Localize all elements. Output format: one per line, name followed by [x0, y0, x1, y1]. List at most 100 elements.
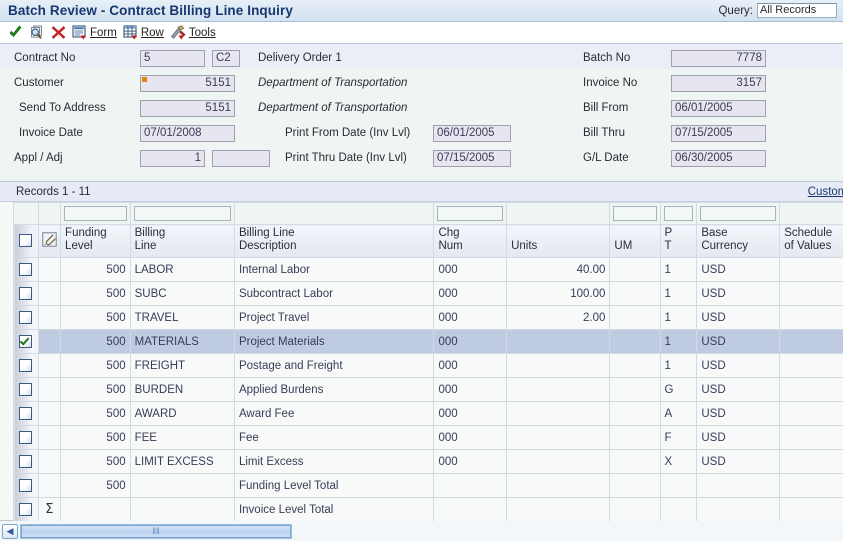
row-select-cell[interactable] [13, 425, 39, 450]
cell-schedule-of-values[interactable] [779, 257, 843, 282]
cell-chg-num[interactable]: 000 [433, 257, 508, 282]
row-select-cell[interactable] [13, 473, 39, 498]
cell-chg-num[interactable]: 000 [433, 425, 508, 450]
bill-from-input[interactable]: 06/01/2005 [671, 99, 766, 117]
cell-funding-level[interactable]: 500 [60, 473, 131, 498]
table-row[interactable]: 500 SUBC Subcontract Labor 000 100.00 1 USD [13, 281, 843, 306]
table-row[interactable]: 500 FEE Fee 000 F USD [13, 425, 843, 450]
cell-um[interactable] [609, 377, 661, 402]
row-select-checkbox[interactable] [19, 335, 33, 348]
cell-funding-level[interactable]: 500 [60, 401, 131, 426]
row-select-cell[interactable] [13, 401, 39, 426]
query-select[interactable]: All Records [757, 3, 837, 18]
cell-base-currency[interactable]: USD [696, 305, 781, 330]
cell-base-currency[interactable]: USD [696, 257, 781, 282]
header-um[interactable]: UM [609, 224, 661, 258]
cell-chg-num[interactable]: 000 [433, 281, 508, 306]
cell-billing-line[interactable] [129, 497, 235, 522]
toolbar-find-button[interactable] [26, 23, 48, 43]
cell-um[interactable] [609, 497, 661, 522]
cell-description[interactable]: Limit Excess [233, 449, 435, 474]
qbe-funding-level-input[interactable] [64, 206, 127, 221]
cell-schedule-of-values[interactable] [779, 473, 843, 498]
row-attachment-cell[interactable] [37, 305, 62, 330]
row-select-cell[interactable] [13, 281, 39, 306]
send-to-address-input[interactable]: 5151 [140, 99, 235, 117]
scrollbar-track[interactable]: ‖‖ [20, 523, 292, 539]
toolbar-delete-button[interactable] [48, 23, 69, 43]
toolbar-row-menu[interactable]: Row [120, 23, 167, 43]
row-select-cell[interactable] [13, 305, 39, 330]
table-row[interactable]: 500 FREIGHT Postage and Freight 000 1 USD [13, 353, 843, 378]
cell-billing-line[interactable]: LIMIT EXCESS [129, 449, 235, 474]
cell-base-currency[interactable]: USD [696, 425, 781, 450]
cell-um[interactable] [609, 281, 661, 306]
cell-billing-line[interactable]: LABOR [129, 257, 235, 282]
cell-billing-line[interactable]: FEE [129, 425, 235, 450]
cell-funding-level[interactable]: 500 [60, 257, 131, 282]
cell-um[interactable] [609, 425, 661, 450]
cell-base-currency[interactable]: USD [696, 377, 781, 402]
select-all-checkbox[interactable] [19, 234, 33, 248]
cell-base-currency[interactable]: USD [696, 449, 781, 474]
gl-date-input[interactable]: 06/30/2005 [671, 149, 766, 167]
cell-description[interactable]: Internal Labor [233, 257, 435, 282]
row-attachment-cell[interactable] [37, 281, 62, 306]
cell-um[interactable] [609, 257, 661, 282]
cell-units[interactable]: 40.00 [506, 257, 611, 282]
cell-base-currency[interactable] [696, 473, 781, 498]
row-select-checkbox[interactable] [19, 383, 33, 396]
cell-schedule-of-values[interactable] [779, 401, 843, 426]
scroll-left-button[interactable]: ◀ [2, 523, 18, 539]
cell-units[interactable] [506, 425, 611, 450]
cell-um[interactable] [609, 473, 661, 498]
row-attachment-cell[interactable] [37, 377, 62, 402]
cell-schedule-of-values[interactable] [779, 449, 843, 474]
cell-pt[interactable]: 1 [659, 353, 698, 378]
table-row[interactable]: 500 Funding Level Total [13, 473, 843, 498]
cell-chg-num[interactable]: 000 [433, 401, 508, 426]
cell-schedule-of-values[interactable] [779, 305, 843, 330]
cell-schedule-of-values[interactable] [779, 425, 843, 450]
row-select-checkbox[interactable] [19, 407, 33, 420]
cell-um[interactable] [609, 353, 661, 378]
cell-description[interactable]: Funding Level Total [233, 473, 435, 498]
header-funding-level[interactable]: Funding Level [60, 224, 131, 258]
qbe-um-input[interactable] [613, 206, 657, 221]
cell-base-currency[interactable]: USD [696, 401, 781, 426]
cell-description[interactable]: Applied Burdens [233, 377, 435, 402]
cell-funding-level[interactable]: 500 [60, 329, 131, 354]
row-attachment-cell[interactable] [37, 329, 62, 354]
header-chg-num[interactable]: Chg Num [433, 224, 508, 258]
cell-pt[interactable]: A [659, 401, 698, 426]
row-select-checkbox[interactable] [19, 479, 33, 492]
toolbar-ok-button[interactable] [5, 23, 26, 43]
horizontal-scrollbar[interactable]: ◀ ‖‖ [0, 521, 843, 541]
cell-billing-line[interactable]: MATERIALS [129, 329, 235, 354]
cell-chg-num[interactable]: 000 [433, 449, 508, 474]
appl-adj-input[interactable]: 1 [140, 149, 205, 167]
cell-units[interactable] [506, 329, 611, 354]
row-select-checkbox[interactable] [19, 359, 33, 372]
cell-units[interactable] [506, 353, 611, 378]
print-thru-date-input[interactable]: 07/15/2005 [433, 149, 511, 167]
cell-schedule-of-values[interactable] [779, 353, 843, 378]
cell-pt[interactable] [659, 473, 698, 498]
row-select-cell[interactable] [13, 449, 39, 474]
row-attachment-cell[interactable] [37, 425, 62, 450]
cell-pt[interactable]: 1 [659, 329, 698, 354]
cell-description[interactable]: Award Fee [233, 401, 435, 426]
toolbar-form-menu[interactable]: Form [69, 23, 120, 43]
table-row[interactable]: 500 BURDEN Applied Burdens 000 G USD [13, 377, 843, 402]
row-select-cell[interactable] [13, 353, 39, 378]
row-attachment-cell[interactable] [37, 353, 62, 378]
cell-schedule-of-values[interactable] [779, 497, 843, 522]
cell-billing-line[interactable]: TRAVEL [129, 305, 235, 330]
invoice-date-input[interactable]: 07/01/2008 [140, 124, 235, 142]
cell-billing-line[interactable]: AWARD [129, 401, 235, 426]
customer-input[interactable]: 5151 [140, 74, 235, 92]
row-select-checkbox[interactable] [19, 311, 33, 324]
cell-base-currency[interactable] [696, 497, 781, 522]
qbe-chg-num-input[interactable] [437, 206, 504, 221]
cell-chg-num[interactable]: 000 [433, 353, 508, 378]
